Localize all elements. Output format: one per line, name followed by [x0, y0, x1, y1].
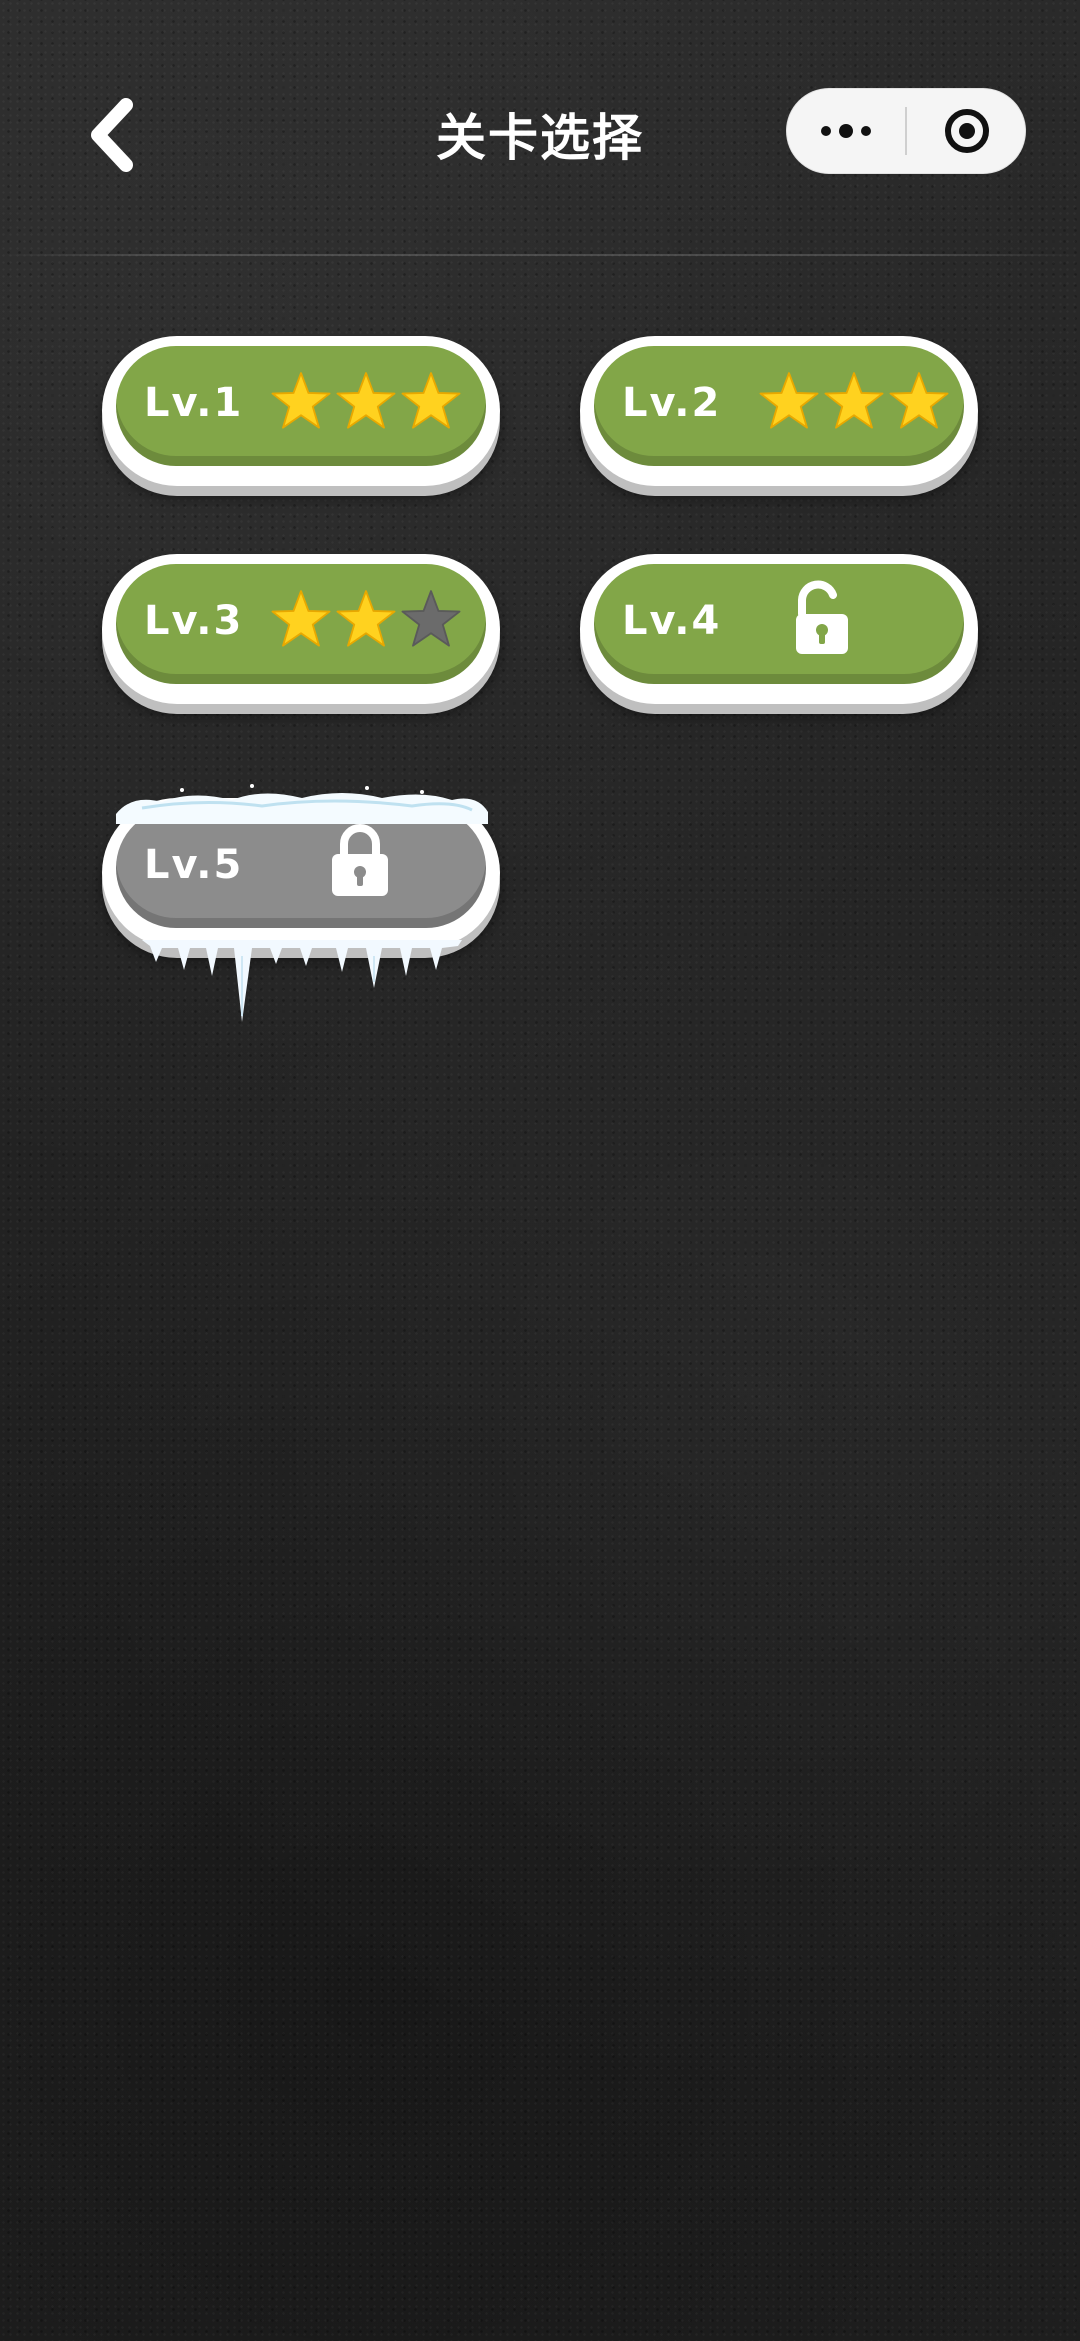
icicles-decoration: [142, 940, 462, 1022]
close-mini-program-button[interactable]: [907, 88, 1026, 174]
star-filled-icon: [271, 372, 331, 429]
star-filled-icon: [271, 590, 331, 647]
level-label: Lv.3: [144, 598, 244, 644]
header-divider: [0, 254, 1080, 256]
level-stars: [758, 370, 950, 432]
star-empty-icon: [401, 590, 461, 647]
snow-cap-decoration: [116, 784, 488, 824]
level-label: Lv.2: [622, 380, 722, 426]
level-button-2[interactable]: Lv.2: [580, 336, 978, 496]
padlock-icon: [332, 824, 388, 896]
unlocked-padlock-icon: [796, 580, 848, 654]
level-label: Lv.1: [144, 380, 244, 426]
level-button-1[interactable]: Lv.1: [102, 336, 500, 496]
mini-program-capsule: [786, 88, 1026, 174]
level-stars: [270, 588, 462, 650]
target-close-icon: [944, 109, 989, 153]
star-filled-icon: [889, 372, 949, 429]
level-button-4[interactable]: Lv.4: [580, 554, 978, 714]
level-label: Lv.5: [144, 842, 244, 888]
more-dots-icon: [820, 124, 871, 138]
level-stars: [270, 370, 462, 432]
star-filled-icon: [336, 372, 396, 429]
navigation-bar: 关卡选择: [0, 0, 1080, 258]
level-button-5[interactable]: Lv.5: [102, 784, 500, 1022]
star-filled-icon: [401, 372, 461, 429]
more-button[interactable]: [786, 88, 905, 174]
level-label: Lv.4: [622, 598, 722, 644]
level-select-screen: 关卡选择 Lv.1 Lv.2 Lv.3 Lv.4 Lv.5: [0, 0, 1080, 2341]
star-filled-icon: [824, 372, 884, 429]
star-filled-icon: [336, 590, 396, 647]
level-button-3[interactable]: Lv.3: [102, 554, 500, 714]
star-filled-icon: [759, 372, 819, 429]
